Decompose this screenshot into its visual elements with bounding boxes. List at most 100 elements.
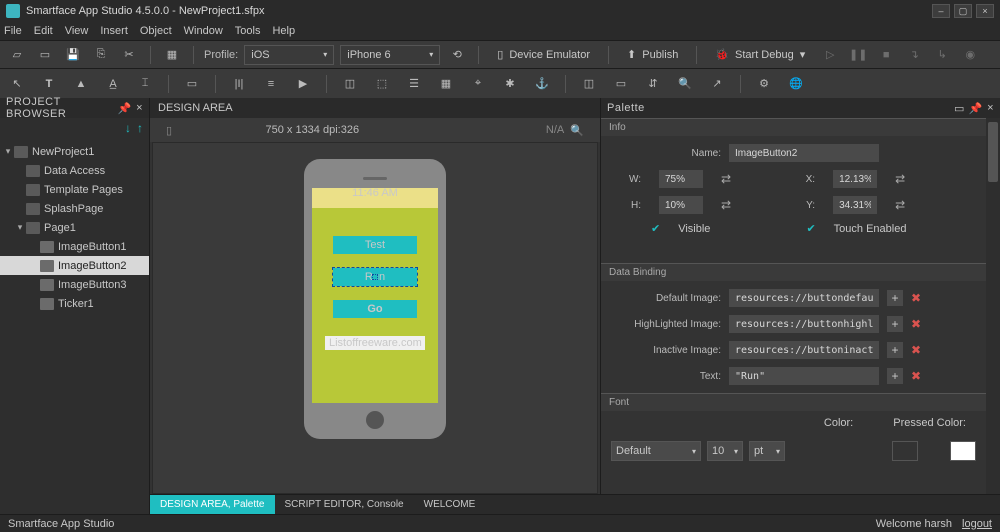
menu-tools[interactable]: Tools (235, 25, 261, 37)
highlight-image-add-button[interactable]: + (887, 316, 903, 332)
font-family-dropdown[interactable]: Default▾ (611, 441, 701, 461)
tree-page1[interactable]: ▾ Page1 (0, 218, 149, 237)
menu-file[interactable]: File (4, 25, 22, 37)
y-sync-icon[interactable]: ⇄ (895, 198, 905, 212)
canvas-imagebutton2[interactable]: Run (333, 268, 417, 286)
profile-dropdown[interactable]: iOS▾ (244, 45, 334, 65)
publish-button[interactable]: ⬆ Publish (619, 48, 686, 61)
open-icon[interactable]: ▭ (34, 44, 56, 66)
panel-close-icon[interactable]: × (136, 102, 143, 115)
grid-icon[interactable]: ▦ (435, 73, 457, 95)
canvas-imagebutton3[interactable]: Go (333, 300, 417, 318)
menu-view[interactable]: View (65, 25, 89, 37)
tab-script-console[interactable]: SCRIPT EDITOR, Console (275, 495, 414, 514)
sort-down-icon[interactable]: ↓ (125, 121, 131, 135)
touch-check-icon[interactable]: ✔ (806, 222, 815, 235)
logout-link[interactable]: logout (962, 518, 992, 530)
h-sync-icon[interactable]: ⇄ (721, 198, 731, 212)
text-input[interactable] (729, 367, 879, 385)
panel-pin-icon[interactable]: 📌 (118, 102, 132, 115)
color-swatch[interactable] (892, 441, 918, 461)
globe-icon[interactable]: 🌐 (785, 73, 807, 95)
x-input[interactable] (833, 170, 877, 188)
list-icon[interactable]: ☰ (403, 73, 425, 95)
default-image-delete-icon[interactable]: ✖ (911, 291, 921, 305)
menu-help[interactable]: Help (272, 25, 295, 37)
panel-icon[interactable]: ▭ (610, 73, 632, 95)
step-over-icon[interactable]: ▷ (819, 44, 841, 66)
settings-icon[interactable]: ⚙ (753, 73, 775, 95)
inactive-image-delete-icon[interactable]: ✖ (911, 343, 921, 357)
palette-close-icon[interactable]: × (987, 102, 994, 115)
scrollbar-thumb[interactable] (988, 122, 998, 182)
default-image-add-button[interactable]: + (887, 290, 903, 306)
name-input[interactable] (729, 144, 879, 162)
pause-icon[interactable]: ❚❚ (847, 44, 869, 66)
palette-dock-icon[interactable]: ▭ (954, 102, 965, 115)
w-input[interactable] (659, 170, 703, 188)
step-out-icon[interactable]: ↳ (931, 44, 953, 66)
close-button[interactable]: × (976, 4, 994, 18)
menu-insert[interactable]: Insert (100, 25, 128, 37)
tree-imagebutton2[interactable]: ImageButton2 (0, 256, 149, 275)
pressed-color-swatch[interactable] (950, 441, 976, 461)
text-icon[interactable]: T (38, 73, 60, 95)
highlight-image-input[interactable] (729, 315, 879, 333)
palette-scrollbar[interactable] (986, 118, 1000, 494)
tree-root[interactable]: ▾ NewProject1 (0, 142, 149, 161)
palette-pin-icon[interactable]: 📌 (969, 102, 983, 115)
text-delete-icon[interactable]: ✖ (911, 369, 921, 383)
image-icon[interactable]: ▲ (70, 73, 92, 95)
activity-icon[interactable]: ✱ (499, 73, 521, 95)
device-emulator-button[interactable]: ▯ Device Emulator (489, 48, 598, 61)
inactive-image-add-button[interactable]: + (887, 342, 903, 358)
export-icon[interactable]: ↗ (706, 73, 728, 95)
maximize-button[interactable]: ▢ (954, 4, 972, 18)
select-icon[interactable]: ⬚ (371, 73, 393, 95)
rotate-icon[interactable]: ⟲ (446, 44, 468, 66)
tab-icon[interactable]: ◫ (578, 73, 600, 95)
step-into-icon[interactable]: ↴ (903, 44, 925, 66)
tree-data-access[interactable]: Data Access (0, 161, 149, 180)
label-icon[interactable]: A̲ (102, 73, 124, 95)
saveall-icon[interactable]: ⎘ (90, 44, 112, 66)
pointer-icon[interactable]: ↖ (6, 73, 28, 95)
textarea-icon[interactable]: ≡ (260, 73, 282, 95)
menu-edit[interactable]: Edit (34, 25, 53, 37)
menu-window[interactable]: Window (184, 25, 223, 37)
x-sync-icon[interactable]: ⇄ (895, 172, 905, 186)
canvas-ticker1[interactable]: Listoffreeware.com (325, 336, 425, 350)
h-input[interactable] (659, 196, 703, 214)
menu-object[interactable]: Object (140, 25, 172, 37)
font-size-dropdown[interactable]: 10▾ (707, 441, 743, 461)
anchor-icon[interactable]: ⚓ (531, 73, 553, 95)
layout-icon[interactable]: ▦ (161, 44, 183, 66)
tree-imagebutton1[interactable]: ImageButton1 (0, 237, 149, 256)
start-debug-button[interactable]: 🐞 Start Debug▾ (707, 48, 813, 61)
textbox-icon[interactable]: ⌶ (134, 73, 156, 95)
button-icon[interactable]: ▭ (181, 73, 203, 95)
tree-ticker1[interactable]: Ticker1 (0, 294, 149, 313)
minimize-button[interactable]: – (932, 4, 950, 18)
sort-up-icon[interactable]: ↑ (137, 121, 143, 135)
canvas-imagebutton1[interactable]: Test (333, 236, 417, 254)
video-icon[interactable]: ▶ (292, 73, 314, 95)
default-image-input[interactable] (729, 289, 879, 307)
new-icon[interactable]: ▱ (6, 44, 28, 66)
location-icon[interactable]: ⌖ (467, 73, 489, 95)
tab-design-palette[interactable]: DESIGN AREA, Palette (150, 495, 275, 514)
font-unit-dropdown[interactable]: pt▾ (749, 441, 785, 461)
inactive-image-input[interactable] (729, 341, 879, 359)
tree-splash-page[interactable]: SplashPage (0, 199, 149, 218)
text-add-button[interactable]: + (887, 368, 903, 384)
zoom-icon[interactable]: 🔍 (674, 73, 696, 95)
y-input[interactable] (833, 196, 877, 214)
highlight-image-delete-icon[interactable]: ✖ (911, 317, 921, 331)
visible-check-icon[interactable]: ✔ (651, 222, 660, 235)
stop-icon[interactable]: ■ (875, 44, 897, 66)
device-dropdown[interactable]: iPhone 6▾ (340, 45, 440, 65)
zoom-icon[interactable]: 🔍 (570, 124, 584, 137)
tree-template-pages[interactable]: Template Pages (0, 180, 149, 199)
cut-icon[interactable]: ✂ (118, 44, 140, 66)
scroll-icon[interactable]: ⇵ (642, 73, 664, 95)
